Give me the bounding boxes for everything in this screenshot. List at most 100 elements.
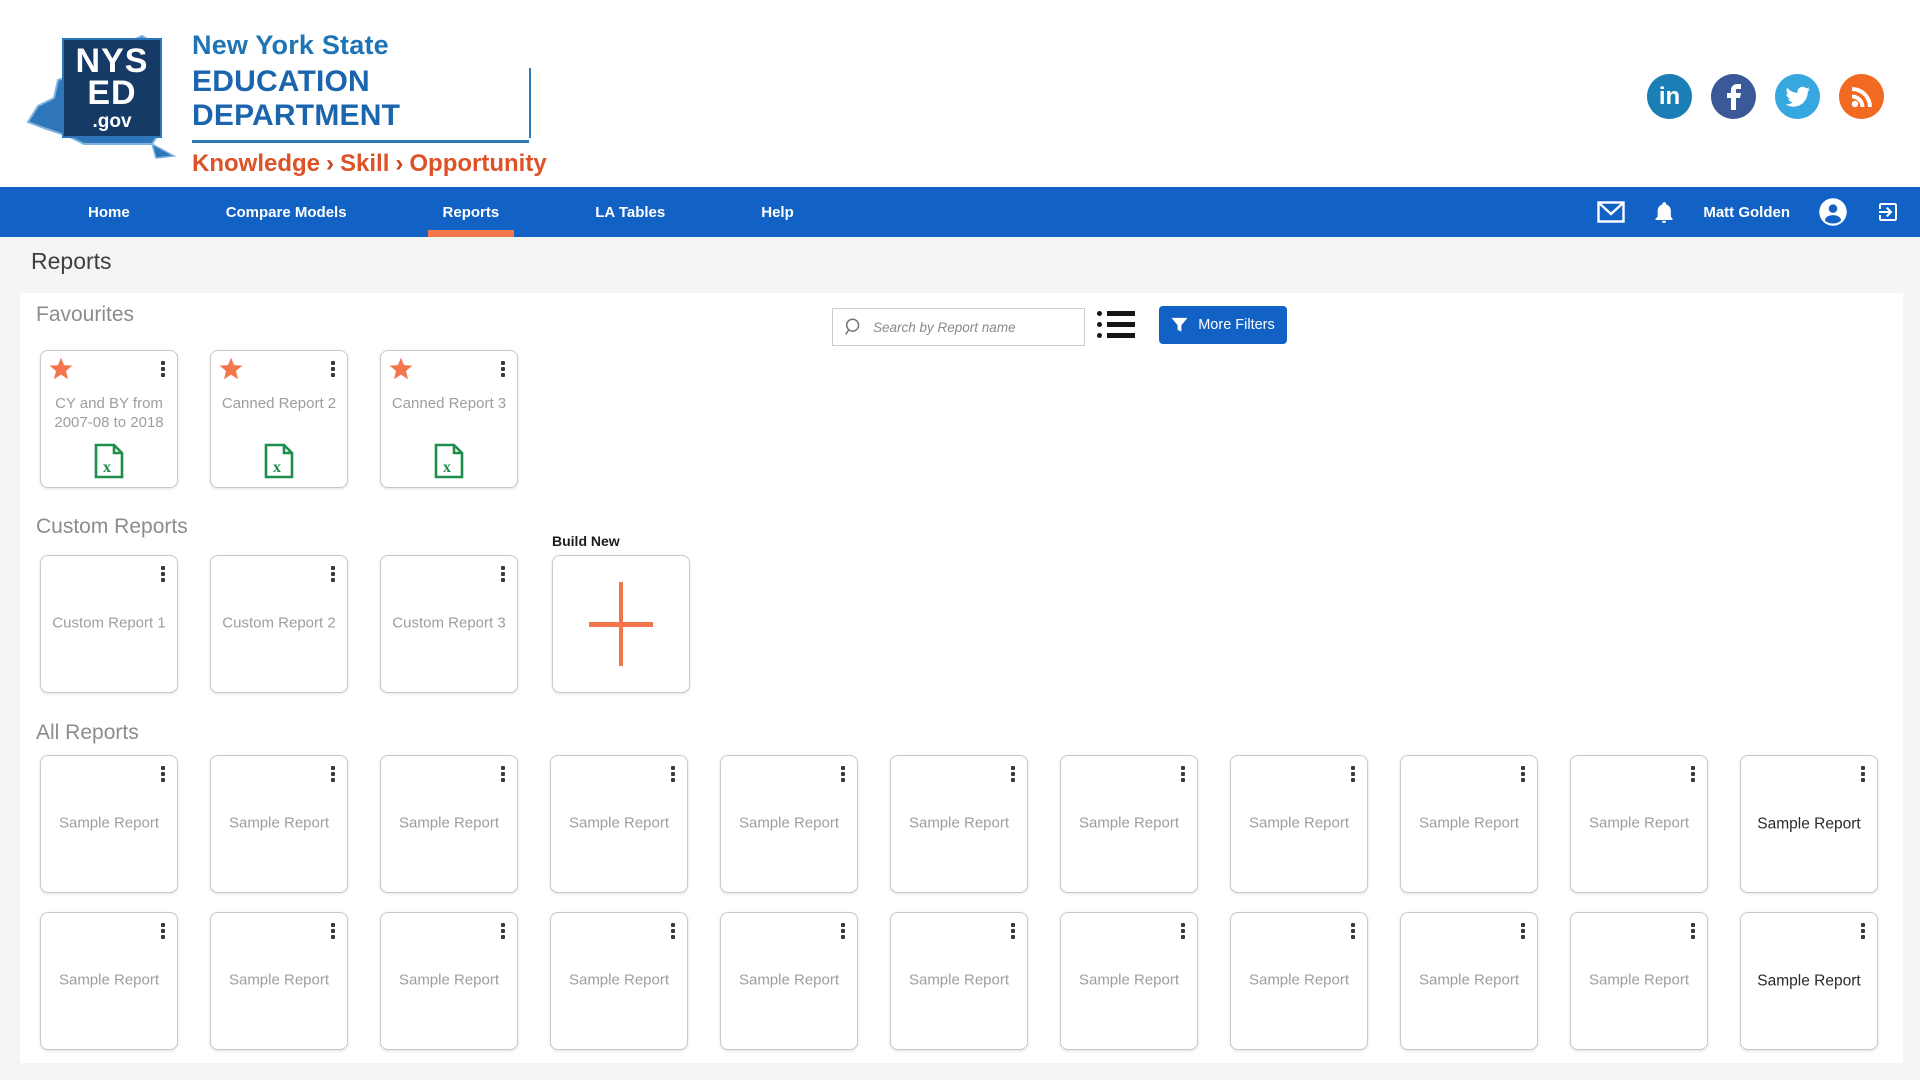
favourites-heading: Favourites bbox=[36, 303, 134, 327]
card-menu-icon[interactable] bbox=[1349, 921, 1357, 941]
report-card[interactable]: Sample Report bbox=[210, 912, 348, 1050]
card-menu-icon[interactable] bbox=[499, 564, 507, 584]
card-menu-icon[interactable] bbox=[159, 359, 167, 379]
build-new-card[interactable] bbox=[552, 555, 690, 693]
report-card[interactable]: Sample Report bbox=[550, 912, 688, 1050]
svg-text:x: x bbox=[443, 459, 451, 476]
card-menu-icon[interactable] bbox=[1179, 921, 1187, 941]
report-card[interactable]: Sample Report bbox=[40, 912, 178, 1050]
card-menu-icon[interactable] bbox=[329, 921, 337, 941]
nysed-logo[interactable]: NYS ED .gov bbox=[24, 32, 184, 164]
linkedin-icon[interactable]: in bbox=[1647, 74, 1692, 119]
report-card[interactable]: Sample Report bbox=[720, 912, 858, 1050]
card-menu-icon[interactable] bbox=[669, 921, 677, 941]
card-title: Canned Report 3 bbox=[389, 395, 509, 414]
card-title: Sample Report bbox=[1749, 971, 1869, 990]
card-menu-icon[interactable] bbox=[669, 764, 677, 784]
card-title: CY and BY from 2007-08 to 2018 bbox=[49, 395, 169, 433]
report-card[interactable]: Sample Report bbox=[380, 912, 518, 1050]
report-card[interactable]: Custom Report 3 bbox=[380, 555, 518, 693]
report-card[interactable]: Sample Report bbox=[1400, 755, 1538, 893]
report-card[interactable]: Sample Report bbox=[1570, 912, 1708, 1050]
nav-item-la-tables[interactable]: LA Tables bbox=[547, 187, 713, 237]
card-title: Sample Report bbox=[219, 972, 339, 991]
more-filters-button[interactable]: More Filters bbox=[1159, 306, 1287, 344]
card-menu-icon[interactable] bbox=[1179, 764, 1187, 784]
report-card[interactable]: Sample Report bbox=[720, 755, 858, 893]
report-card[interactable]: Sample Report bbox=[1740, 912, 1878, 1050]
card-menu-icon[interactable] bbox=[499, 359, 507, 379]
logo-text-gov: .gov bbox=[92, 113, 131, 131]
report-card[interactable]: Sample Report bbox=[1230, 755, 1368, 893]
nav-item-compare-models[interactable]: Compare Models bbox=[178, 187, 395, 237]
card-title: Sample Report bbox=[729, 972, 849, 991]
card-menu-icon[interactable] bbox=[1859, 764, 1867, 784]
report-card[interactable]: Sample Report bbox=[1740, 755, 1878, 893]
card-menu-icon[interactable] bbox=[329, 764, 337, 784]
report-card[interactable]: Sample Report bbox=[550, 755, 688, 893]
nav-items: HomeCompare ModelsReportsLA TablesHelp bbox=[0, 187, 842, 237]
card-menu-icon[interactable] bbox=[1519, 921, 1527, 941]
report-card[interactable]: Custom Report 2 bbox=[210, 555, 348, 693]
facebook-icon[interactable] bbox=[1711, 74, 1756, 119]
favourite-star-icon[interactable] bbox=[48, 356, 74, 382]
mail-icon[interactable] bbox=[1597, 201, 1625, 223]
twitter-icon[interactable] bbox=[1775, 74, 1820, 119]
favourite-report-card[interactable]: Canned Report 3 x bbox=[380, 350, 518, 488]
report-card[interactable]: Sample Report bbox=[380, 755, 518, 893]
nav-item-reports[interactable]: Reports bbox=[395, 187, 548, 237]
card-title: Sample Report bbox=[219, 815, 339, 834]
report-card[interactable]: Sample Report bbox=[1400, 912, 1538, 1050]
card-menu-icon[interactable] bbox=[159, 564, 167, 584]
card-menu-icon[interactable] bbox=[159, 764, 167, 784]
report-card[interactable]: Sample Report bbox=[1570, 755, 1708, 893]
report-card[interactable]: Sample Report bbox=[1230, 912, 1368, 1050]
card-menu-icon[interactable] bbox=[159, 921, 167, 941]
card-title: Sample Report bbox=[1579, 815, 1699, 834]
card-title: Sample Report bbox=[1409, 815, 1529, 834]
favourite-star-icon[interactable] bbox=[218, 356, 244, 382]
card-menu-icon[interactable] bbox=[1009, 764, 1017, 784]
card-menu-icon[interactable] bbox=[839, 764, 847, 784]
card-menu-icon[interactable] bbox=[1689, 764, 1697, 784]
card-menu-icon[interactable] bbox=[839, 921, 847, 941]
card-menu-icon[interactable] bbox=[1519, 764, 1527, 784]
card-title: Sample Report bbox=[389, 815, 509, 834]
brand-rule bbox=[192, 140, 529, 143]
nav-item-help[interactable]: Help bbox=[713, 187, 842, 237]
logout-icon[interactable] bbox=[1876, 200, 1900, 224]
favourite-star-icon[interactable] bbox=[388, 356, 414, 382]
list-view-icon[interactable] bbox=[1097, 311, 1135, 338]
excel-file-icon: x bbox=[434, 443, 464, 479]
brand-lockup: New York State EDUCATION DEPARTMENT Know… bbox=[192, 30, 537, 178]
brand-tagline: Knowledge›Skill›Opportunity bbox=[192, 150, 537, 178]
user-name[interactable]: Matt Golden bbox=[1703, 204, 1790, 221]
card-menu-icon[interactable] bbox=[499, 921, 507, 941]
social-links: in bbox=[1647, 74, 1884, 119]
card-menu-icon[interactable] bbox=[329, 564, 337, 584]
report-card[interactable]: Sample Report bbox=[210, 755, 348, 893]
notifications-icon[interactable] bbox=[1653, 200, 1675, 224]
report-card[interactable]: Sample Report bbox=[1060, 912, 1198, 1050]
report-card[interactable]: Sample Report bbox=[1060, 755, 1198, 893]
rss-icon[interactable] bbox=[1839, 74, 1884, 119]
card-menu-icon[interactable] bbox=[1009, 921, 1017, 941]
reports-panel: Favourites CY and BY from 2007-08 to 201… bbox=[20, 293, 1903, 1063]
card-menu-icon[interactable] bbox=[329, 359, 337, 379]
report-card[interactable]: Sample Report bbox=[890, 912, 1028, 1050]
card-menu-icon[interactable] bbox=[1689, 921, 1697, 941]
favourite-report-card[interactable]: Canned Report 2 x bbox=[210, 350, 348, 488]
report-card[interactable]: Custom Report 1 bbox=[40, 555, 178, 693]
card-menu-icon[interactable] bbox=[499, 764, 507, 784]
site-header: NYS ED .gov New York State EDUCATION DEP… bbox=[0, 0, 1920, 187]
search-input[interactable] bbox=[873, 320, 1074, 335]
card-menu-icon[interactable] bbox=[1859, 921, 1867, 941]
report-card[interactable]: Sample Report bbox=[40, 755, 178, 893]
account-icon[interactable] bbox=[1818, 197, 1848, 227]
card-menu-icon[interactable] bbox=[1349, 764, 1357, 784]
nav-item-home[interactable]: Home bbox=[40, 187, 178, 237]
favourite-report-card[interactable]: CY and BY from 2007-08 to 2018 x bbox=[40, 350, 178, 488]
card-title: Sample Report bbox=[899, 972, 1019, 991]
page-title: Reports bbox=[31, 248, 112, 275]
report-card[interactable]: Sample Report bbox=[890, 755, 1028, 893]
